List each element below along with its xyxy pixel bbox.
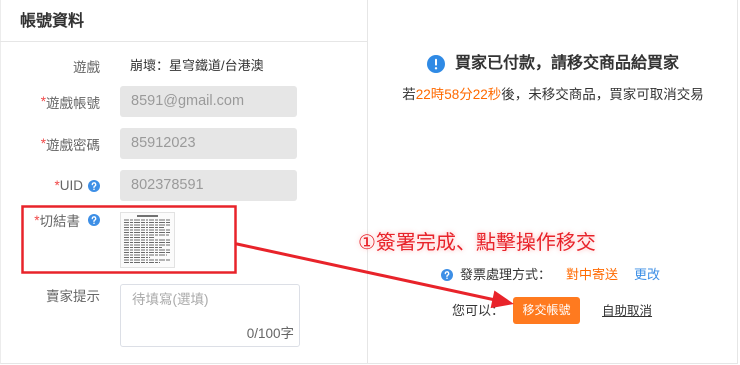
invoice-value: 對中寄送 bbox=[566, 267, 619, 282]
transfer-account-button[interactable]: 移交帳號 bbox=[513, 297, 581, 324]
question-circle-icon[interactable] bbox=[441, 269, 453, 281]
account-field[interactable]: 8591@gmail.com bbox=[120, 86, 297, 117]
status-header: 買家已付款，請移交商品給買家 bbox=[368, 52, 738, 76]
self-cancel-link[interactable]: 自助取消 bbox=[602, 302, 652, 320]
section-title: 帳號資料 bbox=[20, 13, 85, 30]
invoice-row: 發票處理方式： 對中寄送 更改 bbox=[441, 266, 660, 284]
question-circle-icon[interactable] bbox=[88, 214, 100, 226]
uid-label: * UID bbox=[0, 170, 100, 201]
status-title: 買家已付款，請移交商品給買家 bbox=[454, 55, 679, 72]
char-counter: 0/100字 bbox=[246, 326, 294, 341]
actions-row: 您可以： 移交帳號 自助取消 bbox=[452, 297, 652, 324]
seller-note-label: 賣家提示 bbox=[0, 285, 100, 305]
game-label: 遊戲 bbox=[0, 56, 100, 76]
transfer-deadline: 若22時58分22秒後，未移交商品，買家可取消交易 bbox=[368, 86, 738, 104]
panel-header: 帳號資料 bbox=[0, 0, 367, 42]
change-invoice-link[interactable]: 更改 bbox=[634, 266, 660, 284]
affidavit-label-text: 切結書 bbox=[39, 214, 81, 229]
deadline-suffix: 後，未移交商品，買家可取消交易 bbox=[501, 87, 704, 102]
password-label-text: 遊戲密碼 bbox=[46, 137, 100, 153]
game-value: 崩壞：星穹鐵道/台港澳 bbox=[130, 58, 264, 73]
account-label: * 遊戲帳號 bbox=[0, 86, 100, 117]
actions-label: 您可以： bbox=[452, 302, 505, 318]
affidavit-thumbnail[interactable] bbox=[120, 212, 175, 268]
password-label: * 遊戲密碼 bbox=[0, 128, 100, 159]
uid-field[interactable]: 802378591 bbox=[120, 170, 297, 201]
annotation-text: ①簽署完成、點擊操作移交 bbox=[358, 232, 596, 254]
uid-label-text: UID bbox=[59, 178, 83, 193]
affidavit-label: * 切結書 bbox=[0, 210, 100, 230]
deadline-countdown: 22時58分22秒 bbox=[415, 87, 502, 102]
password-field[interactable]: 85912023 bbox=[120, 128, 297, 159]
order-status-panel: 買家已付款，請移交商品給買家 若22時58分22秒後，未移交商品，買家可取消交易… bbox=[368, 0, 738, 364]
game-label-text: 遊戲 bbox=[73, 60, 100, 75]
account-info-panel: 帳號資料 遊戲 崩壞：星穹鐵道/台港澳 * 遊戲帳號 8591@gmail.co… bbox=[0, 0, 368, 364]
seller-note-textarea[interactable]: 待填寫(選填) 0/100字 bbox=[120, 284, 300, 347]
exclamation-circle-icon bbox=[426, 55, 445, 73]
deadline-prefix: 若 bbox=[402, 87, 416, 102]
question-circle-icon[interactable] bbox=[88, 179, 100, 192]
account-label-text: 遊戲帳號 bbox=[46, 95, 100, 111]
invoice-label: 發票處理方式： bbox=[460, 267, 552, 282]
seller-note-placeholder: 待填寫(選填) bbox=[132, 292, 209, 307]
seller-note-label-text: 賣家提示 bbox=[46, 289, 100, 304]
